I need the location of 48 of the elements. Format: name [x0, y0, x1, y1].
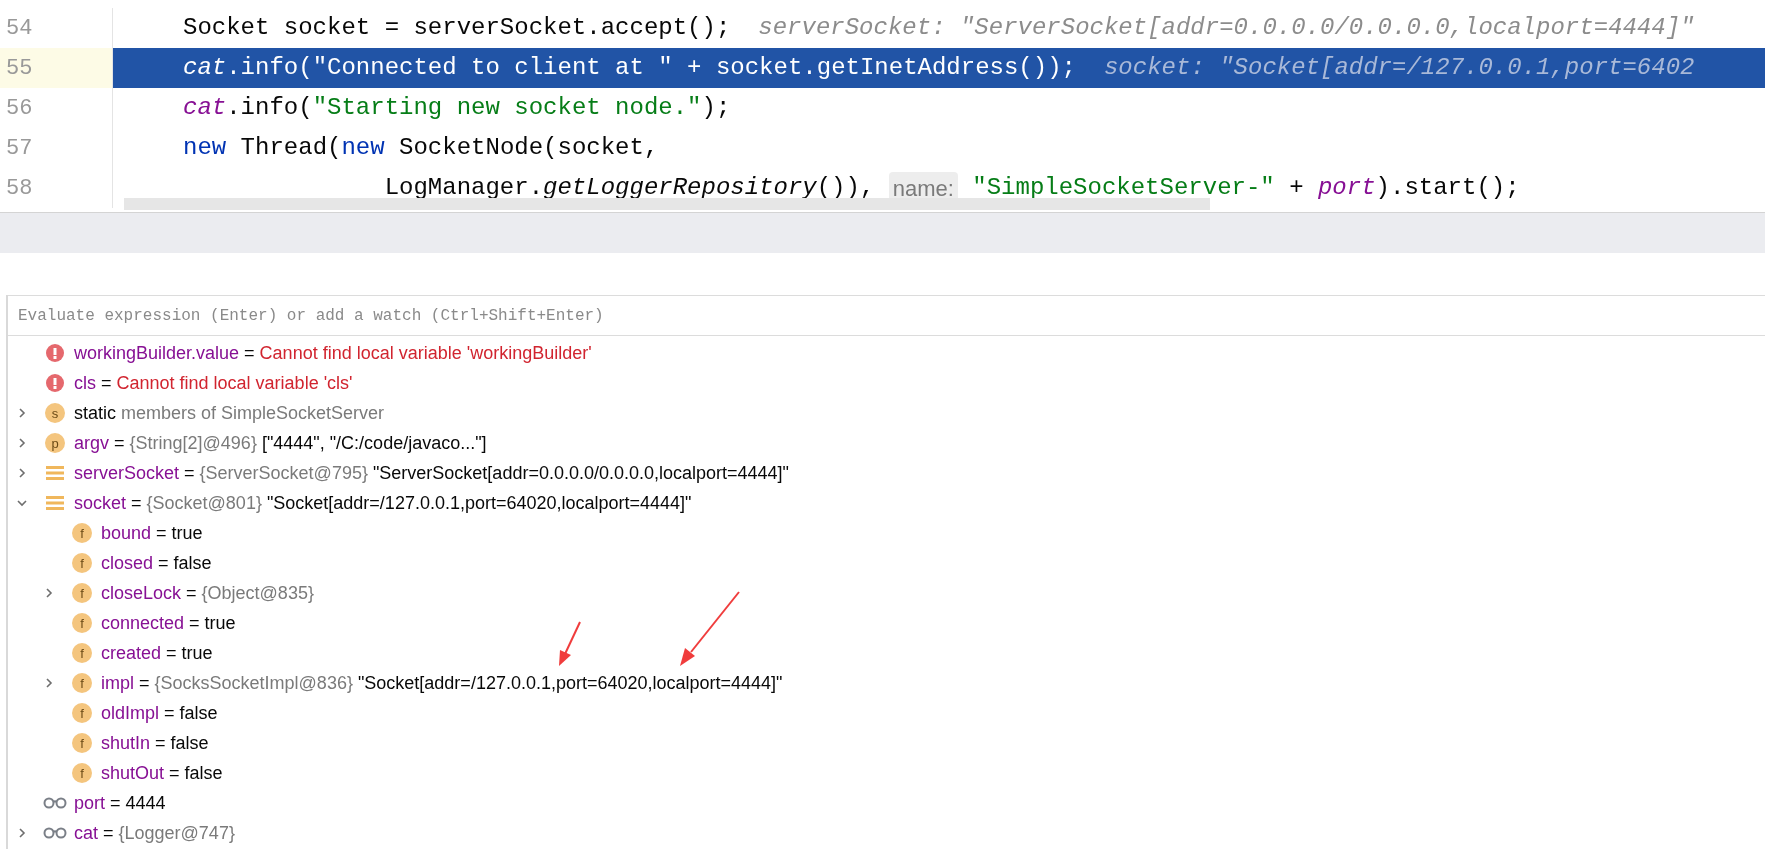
chevron-right-icon[interactable] [16, 407, 28, 419]
variable-entry[interactable]: connected = true [99, 609, 236, 637]
member-icon: f [72, 733, 92, 753]
member-icon: f [72, 583, 92, 603]
chevron-right-icon[interactable] [43, 677, 55, 689]
variable-entry[interactable]: cls = Cannot find local variable 'cls' [72, 369, 353, 397]
variable-entry[interactable]: port = 4444 [72, 789, 166, 817]
glasses-icon [43, 797, 67, 809]
member-icon: f [72, 763, 92, 783]
variable-entry[interactable]: oldImpl = false [99, 699, 218, 727]
chevron-right-icon[interactable] [43, 587, 55, 599]
evaluate-expression-field[interactable]: Evaluate expression (Enter) or add a watch (Ctrl+Shift+Enter) [8, 295, 1765, 336]
member-icon: p [45, 433, 65, 453]
line-number: 55 [6, 54, 33, 83]
chevron-right-icon[interactable] [16, 467, 28, 479]
variable-entry[interactable]: impl = {SocksSocketImpl@836} "Socket[addr=/127.0.0.1,port=64020,localport=4444]" [99, 669, 783, 697]
variable-entry[interactable]: argv = {String[2]@496} ["4444", "/C:/code/javaco..."] [72, 429, 487, 457]
variable-entry[interactable]: closed = false [99, 549, 212, 577]
stack-icon [46, 465, 64, 481]
line-number: 58 [6, 174, 33, 203]
variable-entry[interactable]: bound = true [99, 519, 203, 547]
member-icon: f [72, 673, 92, 693]
error-icon [46, 374, 64, 392]
member-icon: f [72, 613, 92, 633]
variable-entry[interactable]: closeLock = {Object@835} [99, 579, 314, 607]
chevron-right-icon[interactable] [16, 437, 28, 449]
variable-entry[interactable]: workingBuilder.value = Cannot find local variable 'workingBuilder' [72, 339, 592, 367]
member-icon: f [72, 643, 92, 663]
member-icon: f [72, 703, 92, 723]
glasses-icon [43, 827, 67, 839]
variable-entry[interactable]: socket = {Socket@801} "Socket[addr=/127.0.0.1,port=64020,localport=4444]" [72, 489, 692, 517]
error-icon [46, 344, 64, 362]
variable-entry[interactable]: shutIn = false [99, 729, 209, 757]
chevron-right-icon[interactable] [16, 827, 28, 839]
horizontal-scrollbar[interactable] [124, 198, 1210, 210]
variable-entry[interactable]: serverSocket = {ServerSocket@795} "ServerSocket[addr=0.0.0.0/0.0.0.0,localport=4444]" [72, 459, 789, 487]
variable-entry[interactable]: shutOut = false [99, 759, 223, 787]
member-icon: f [72, 523, 92, 543]
variable-entry[interactable]: cat = {Logger@747} [72, 819, 235, 847]
variable-entry[interactable]: static members of SimpleSocketServer [72, 399, 385, 427]
line-number: 57 [6, 134, 33, 163]
member-icon: s [45, 403, 65, 423]
variable-entry[interactable]: created = true [99, 639, 213, 667]
line-number: 54 [6, 14, 33, 43]
line-number: 56 [6, 94, 33, 123]
stack-icon [46, 495, 64, 511]
member-icon: f [72, 553, 92, 573]
chevron-down-icon[interactable] [16, 497, 28, 509]
